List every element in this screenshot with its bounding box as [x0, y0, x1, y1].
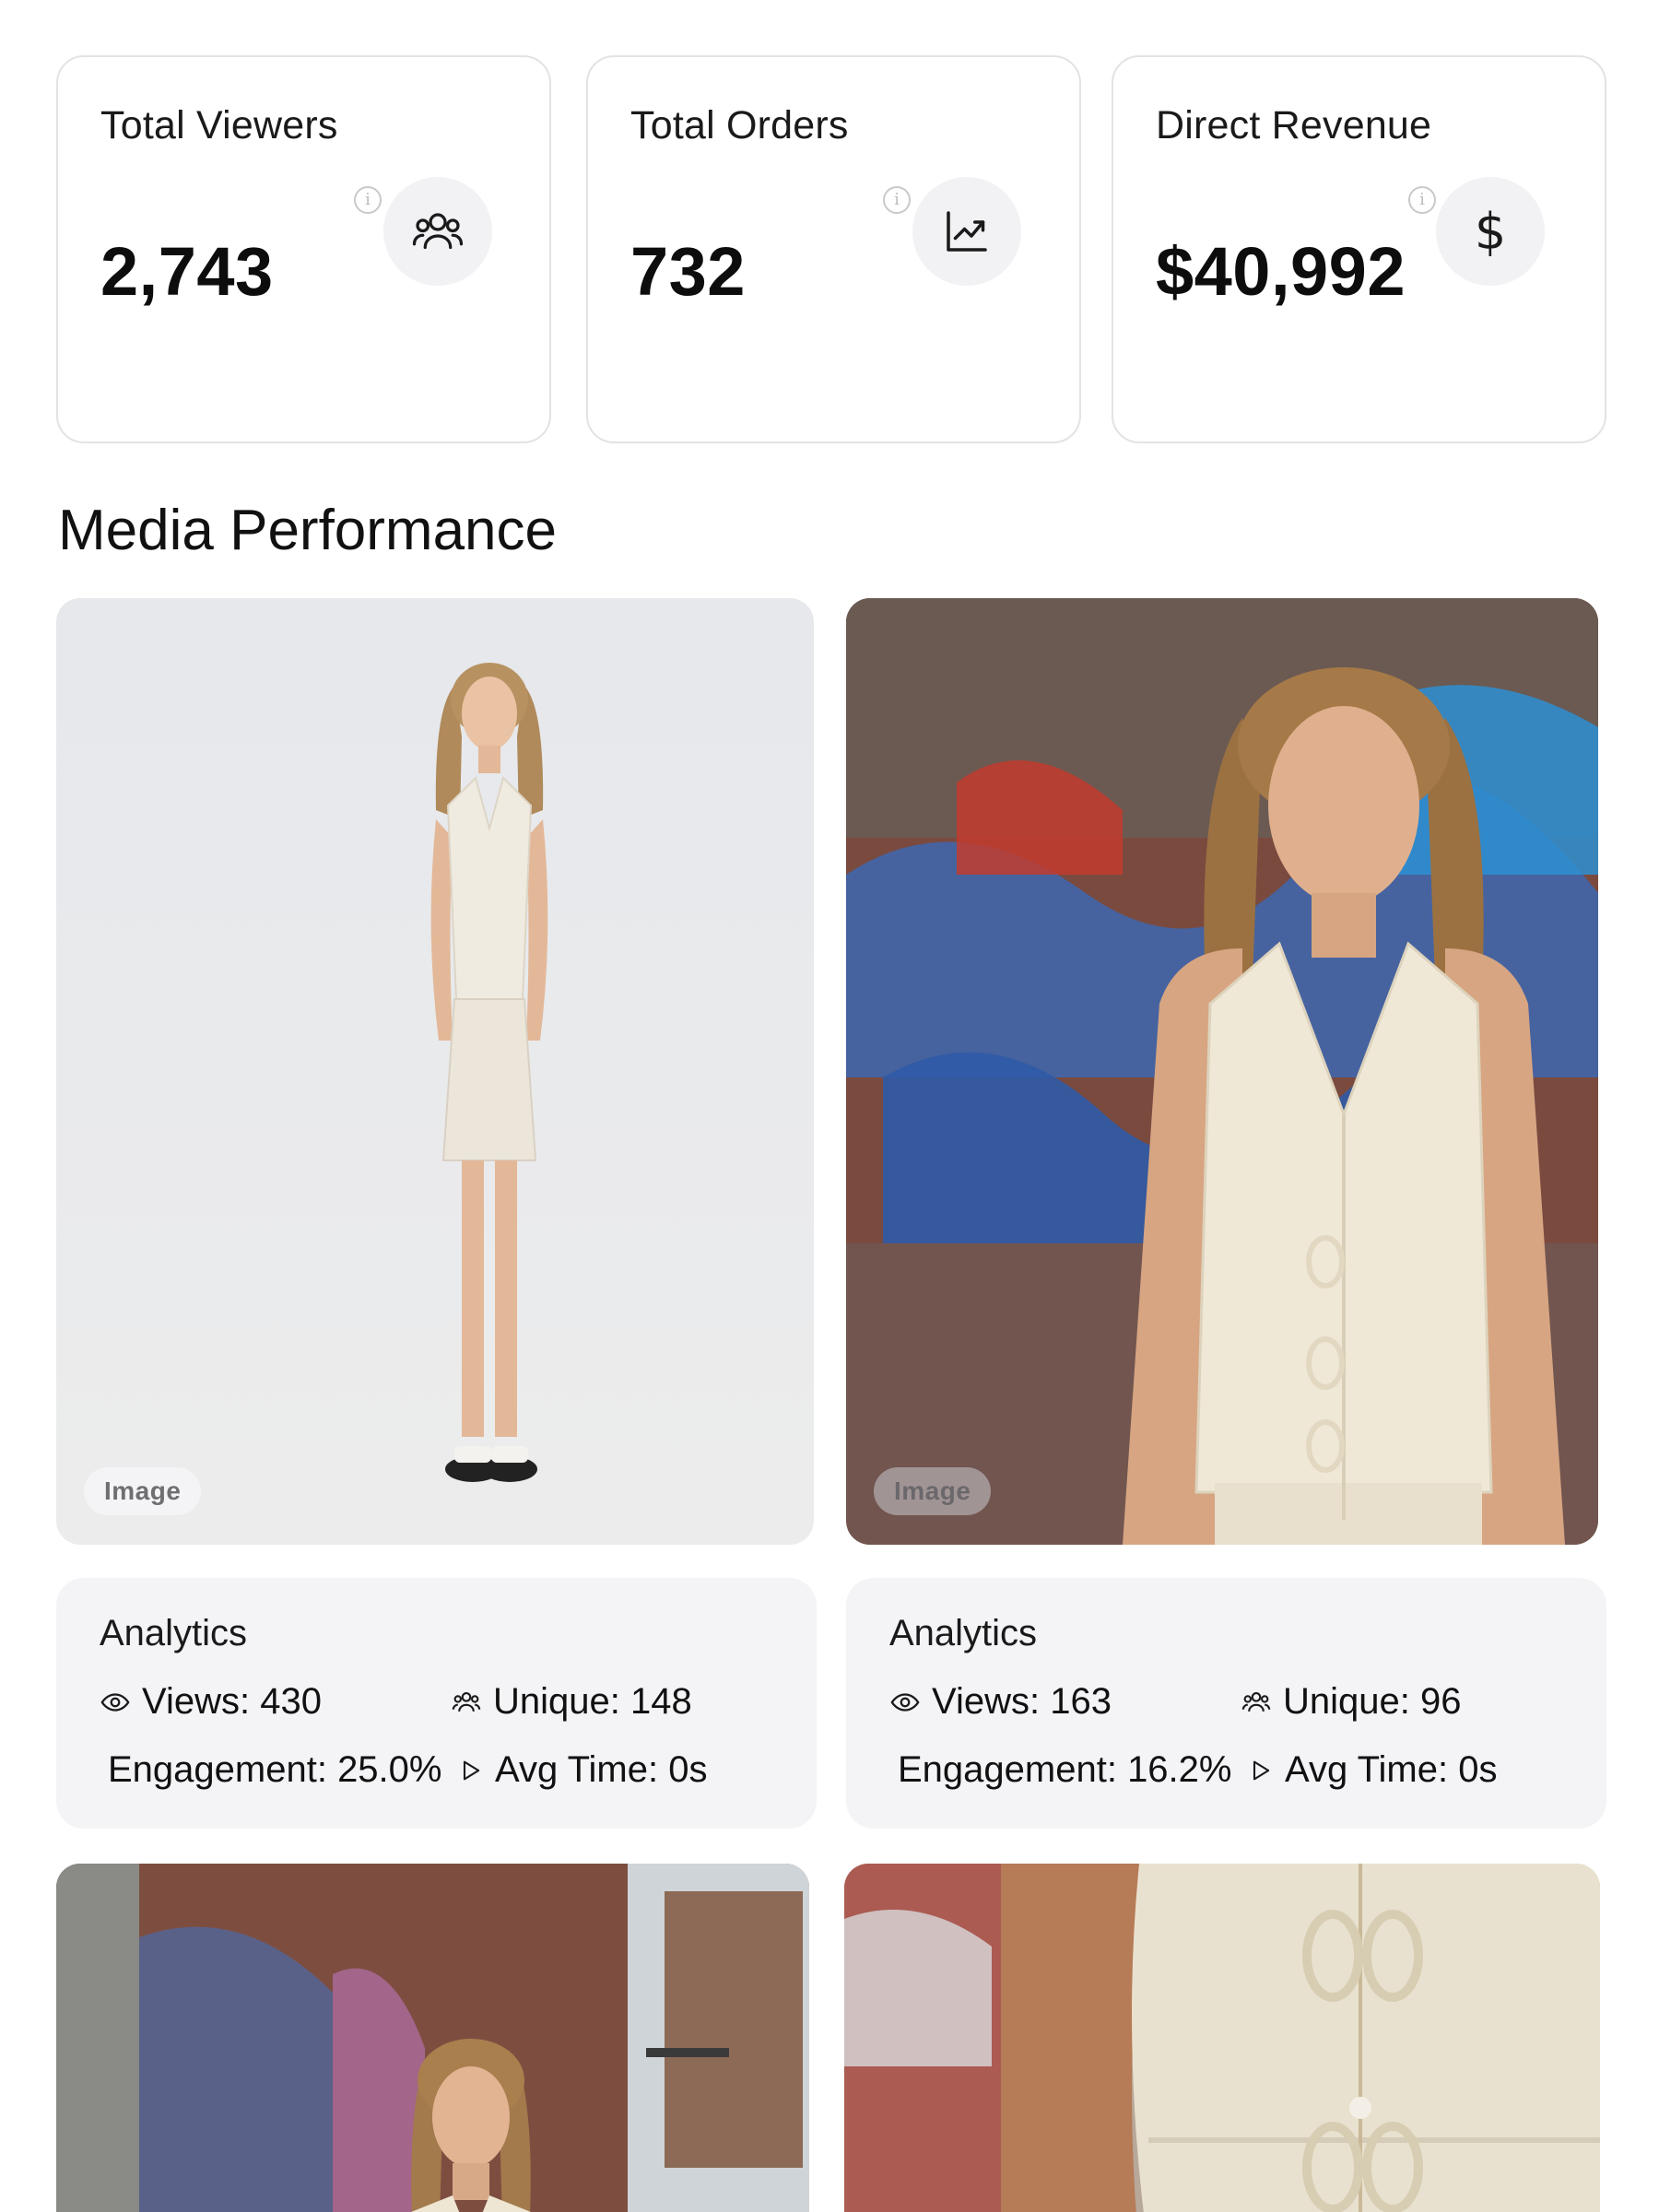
users-icon	[1241, 1691, 1271, 1712]
eye-icon	[890, 1692, 920, 1712]
dashboard-page: Total Viewers 2,743 i Total Orders 732 i	[0, 0, 1659, 2212]
play-icon	[1253, 1760, 1270, 1780]
analytics-card: Analytics Views: 163 Unique: 96 Engageme…	[846, 1578, 1606, 1829]
stat-value: $40,992	[1156, 233, 1406, 310]
stat-value: 2,743	[100, 233, 274, 310]
engagement-value: Engagement: 16.2%	[898, 1749, 1232, 1790]
unique-stat: Unique: 96	[1241, 1681, 1461, 1723]
engagement-stat: Engagement: 16.2%	[898, 1749, 1231, 1791]
media-type-badge: Image	[84, 1467, 202, 1515]
stat-card-total-viewers: Total Viewers 2,743 i	[56, 55, 551, 443]
dollar-glyph: $	[1474, 202, 1507, 261]
media-image-alley[interactable]	[56, 1864, 809, 2212]
stat-card-direct-revenue: Direct Revenue $40,992 i $	[1112, 55, 1606, 443]
media-image-studio[interactable]: Image	[56, 598, 814, 1545]
engagement-stat: Engagement: 25.0%	[108, 1749, 441, 1791]
users-icon	[383, 177, 492, 286]
unique-value: Unique: 148	[493, 1681, 692, 1722]
stat-value: 732	[630, 233, 746, 310]
info-icon[interactable]: i	[883, 186, 911, 214]
media-image-closeup[interactable]	[844, 1864, 1600, 2212]
info-icon[interactable]: i	[1408, 186, 1436, 214]
stat-title: Total Orders	[630, 103, 849, 147]
play-icon	[463, 1760, 480, 1780]
analytics-title: Analytics	[100, 1613, 248, 1653]
engagement-value: Engagement: 25.0%	[108, 1749, 442, 1790]
stat-card-total-orders: Total Orders 732 i	[586, 55, 1081, 443]
media-type-badge: Image	[874, 1467, 992, 1515]
section-title: Media Performance	[58, 499, 558, 562]
views-stat: Views: 430	[100, 1681, 322, 1723]
unique-stat: Unique: 148	[451, 1681, 692, 1723]
views-value: Views: 163	[932, 1681, 1112, 1722]
avg-time-stat: Avg Time: 0s	[1248, 1749, 1497, 1791]
info-icon[interactable]: i	[354, 186, 382, 214]
avg-time-value: Avg Time: 0s	[495, 1749, 708, 1790]
views-value: Views: 430	[142, 1681, 322, 1722]
studio-photo	[56, 598, 814, 1545]
views-stat: Views: 163	[889, 1681, 1112, 1723]
media-image-graffiti[interactable]: Image	[846, 598, 1598, 1545]
alley-photo	[56, 1864, 809, 2212]
dollar-icon: $	[1436, 177, 1545, 286]
unique-value: Unique: 96	[1283, 1681, 1462, 1722]
stat-title: Total Viewers	[100, 103, 338, 147]
analytics-card: Analytics Views: 430 Unique: 148 Engagem…	[56, 1578, 817, 1829]
users-icon	[452, 1691, 481, 1712]
eye-icon	[100, 1692, 130, 1712]
analytics-title: Analytics	[889, 1613, 1038, 1653]
closeup-photo	[844, 1864, 1600, 2212]
stat-title: Direct Revenue	[1156, 103, 1432, 147]
avg-time-stat: Avg Time: 0s	[458, 1749, 707, 1791]
graffiti-photo	[846, 598, 1598, 1545]
trending-chart-icon	[912, 177, 1021, 286]
avg-time-value: Avg Time: 0s	[1285, 1749, 1498, 1790]
